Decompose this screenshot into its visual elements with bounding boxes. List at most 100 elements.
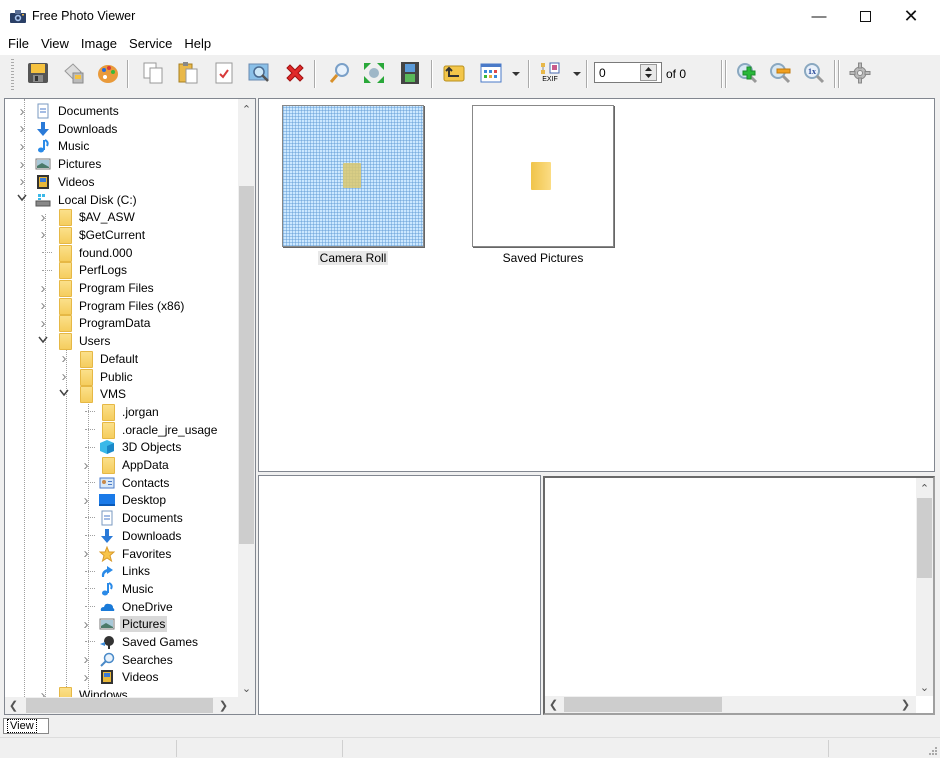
minimize-button[interactable]: — — [796, 0, 842, 32]
chevron-right-icon[interactable]: › — [38, 209, 48, 226]
settings-button[interactable] — [846, 59, 874, 87]
menu-view[interactable]: View — [35, 32, 75, 54]
check-button[interactable] — [210, 59, 238, 87]
chevron-right-icon[interactable]: › — [17, 156, 27, 173]
tree-horizontal-scrollbar[interactable]: ❮ ❯ — [5, 697, 255, 714]
preview-button[interactable] — [245, 59, 273, 87]
tree-item[interactable]: › Downloads — [17, 120, 119, 138]
exif-button[interactable]: EXIF — [536, 59, 564, 87]
tree-item[interactable]: › Pictures — [17, 155, 103, 173]
scanner-button[interactable] — [59, 59, 87, 87]
tree-item[interactable]: VMS — [59, 385, 128, 404]
scroll-down-arrow[interactable]: ⌄ — [238, 680, 255, 697]
info-hscroll-thumb[interactable] — [564, 697, 722, 712]
tree-item[interactable]: Local Disk (C:) — [17, 191, 139, 209]
palette-button[interactable] — [94, 59, 122, 87]
chevron-right-icon[interactable]: › — [81, 492, 91, 509]
menu-help[interactable]: Help — [178, 32, 217, 54]
delete-button[interactable] — [281, 59, 309, 87]
slideshow-button[interactable] — [396, 59, 424, 87]
tree-item[interactable]: OneDrive — [81, 598, 175, 616]
chevron-right-icon[interactable]: › — [17, 138, 27, 155]
tree-item[interactable]: Links — [81, 562, 152, 580]
tree-item[interactable]: › Music — [17, 137, 91, 155]
tree-item[interactable]: Contacts — [81, 474, 171, 492]
info-vscroll-thumb[interactable] — [917, 498, 932, 578]
tree-vertical-scrollbar[interactable]: ⌃ ⌄ — [238, 99, 255, 697]
scroll-up-arrow[interactable]: ⌃ — [238, 101, 255, 118]
tree-item[interactable]: › Pictures — [81, 615, 168, 633]
chevron-down-icon[interactable] — [38, 336, 48, 347]
view-mode-dropdown[interactable] — [512, 72, 520, 76]
tree-item[interactable]: 3D Objects — [81, 438, 183, 456]
tree-item[interactable]: › Videos — [17, 173, 96, 191]
tree-item[interactable]: › ProgramData — [38, 314, 152, 333]
scroll-left-arrow[interactable]: ❮ — [545, 696, 562, 713]
view-mode-button[interactable] — [477, 59, 505, 87]
tree-item[interactable]: › Documents — [17, 102, 121, 120]
tree-item[interactable]: Saved Games — [81, 633, 200, 651]
scroll-up-arrow[interactable]: ⌃ — [916, 480, 933, 497]
zoom-in-button[interactable] — [733, 59, 761, 87]
chevron-right-icon[interactable]: › — [81, 545, 91, 562]
tree-item[interactable]: .jorgan — [81, 403, 161, 421]
scroll-left-arrow[interactable]: ❮ — [5, 697, 22, 714]
paste-button[interactable] — [174, 59, 202, 87]
tree-item[interactable]: › Default — [59, 350, 140, 368]
copy-button[interactable] — [139, 59, 167, 87]
tree-item[interactable]: › Searches — [81, 651, 175, 669]
view-tab[interactable]: View — [3, 718, 49, 734]
zoom-out-button[interactable] — [766, 59, 794, 87]
tree-item[interactable]: › Videos — [81, 668, 160, 686]
tree-hscroll-thumb[interactable] — [26, 698, 213, 713]
menu-service[interactable]: Service — [123, 32, 178, 54]
fullscreen-button[interactable] — [360, 59, 388, 87]
chevron-right-icon[interactable]: › — [38, 687, 48, 697]
tree-item[interactable]: › $AV_ASW — [38, 208, 137, 227]
chevron-right-icon[interactable]: › — [81, 669, 91, 686]
chevron-right-icon[interactable]: › — [17, 173, 27, 190]
chevron-right-icon[interactable]: › — [81, 457, 91, 474]
page-spinner[interactable] — [640, 64, 657, 81]
chevron-down-icon[interactable] — [59, 389, 69, 400]
save-button[interactable] — [24, 59, 52, 87]
menu-image[interactable]: Image — [75, 32, 123, 54]
scroll-down-arrow[interactable]: ⌄ — [916, 679, 933, 696]
tree-item[interactable]: .oracle_jre_usage — [81, 421, 219, 439]
search-button[interactable] — [326, 59, 354, 87]
up-folder-button[interactable] — [440, 59, 468, 87]
tree-item[interactable]: › Windows — [38, 686, 130, 697]
chevron-right-icon[interactable]: › — [81, 651, 91, 668]
tree-item[interactable]: Music — [81, 580, 155, 598]
chevron-right-icon[interactable]: › — [81, 616, 91, 633]
resize-grip-icon[interactable] — [928, 746, 938, 756]
scroll-right-arrow[interactable]: ❯ — [215, 697, 232, 714]
tree-item[interactable]: › Program Files — [38, 279, 156, 297]
zoom-actual-button[interactable]: 1x — [800, 59, 828, 87]
chevron-right-icon[interactable]: › — [38, 315, 48, 332]
tree-item[interactable]: › $GetCurrent — [38, 226, 147, 244]
info-horizontal-scrollbar[interactable]: ❮ ❯ — [545, 696, 916, 713]
tree-item[interactable]: › Desktop — [81, 491, 168, 509]
chevron-right-icon[interactable]: › — [38, 226, 48, 243]
tree-item[interactable]: › AppData — [81, 456, 171, 474]
tree-item[interactable]: found.000 — [38, 244, 134, 262]
chevron-right-icon[interactable]: › — [59, 350, 69, 367]
menu-file[interactable]: File — [2, 32, 35, 54]
close-button[interactable]: ✕ — [888, 0, 934, 32]
chevron-down-icon[interactable] — [17, 194, 27, 205]
tree-item[interactable]: › Public — [59, 368, 135, 386]
maximize-button[interactable] — [842, 0, 888, 32]
chevron-right-icon[interactable]: › — [17, 103, 27, 120]
tree-item[interactable]: PerfLogs — [38, 261, 129, 280]
tree-item[interactable]: Users — [38, 332, 112, 351]
tree-item[interactable]: Documents — [81, 509, 185, 527]
exif-dropdown[interactable] — [573, 72, 581, 76]
tree-item[interactable]: › Favorites — [81, 545, 173, 563]
info-vertical-scrollbar[interactable]: ⌃ ⌄ — [916, 478, 933, 696]
chevron-right-icon[interactable]: › — [17, 120, 27, 137]
thumbnails-panel[interactable]: Camera Roll Saved Pictures — [258, 98, 935, 472]
chevron-right-icon[interactable]: › — [38, 280, 48, 297]
image-info-panel[interactable]: ⌃ ⌄ ❮ ❯ — [543, 476, 935, 715]
chevron-right-icon[interactable]: › — [38, 297, 48, 314]
